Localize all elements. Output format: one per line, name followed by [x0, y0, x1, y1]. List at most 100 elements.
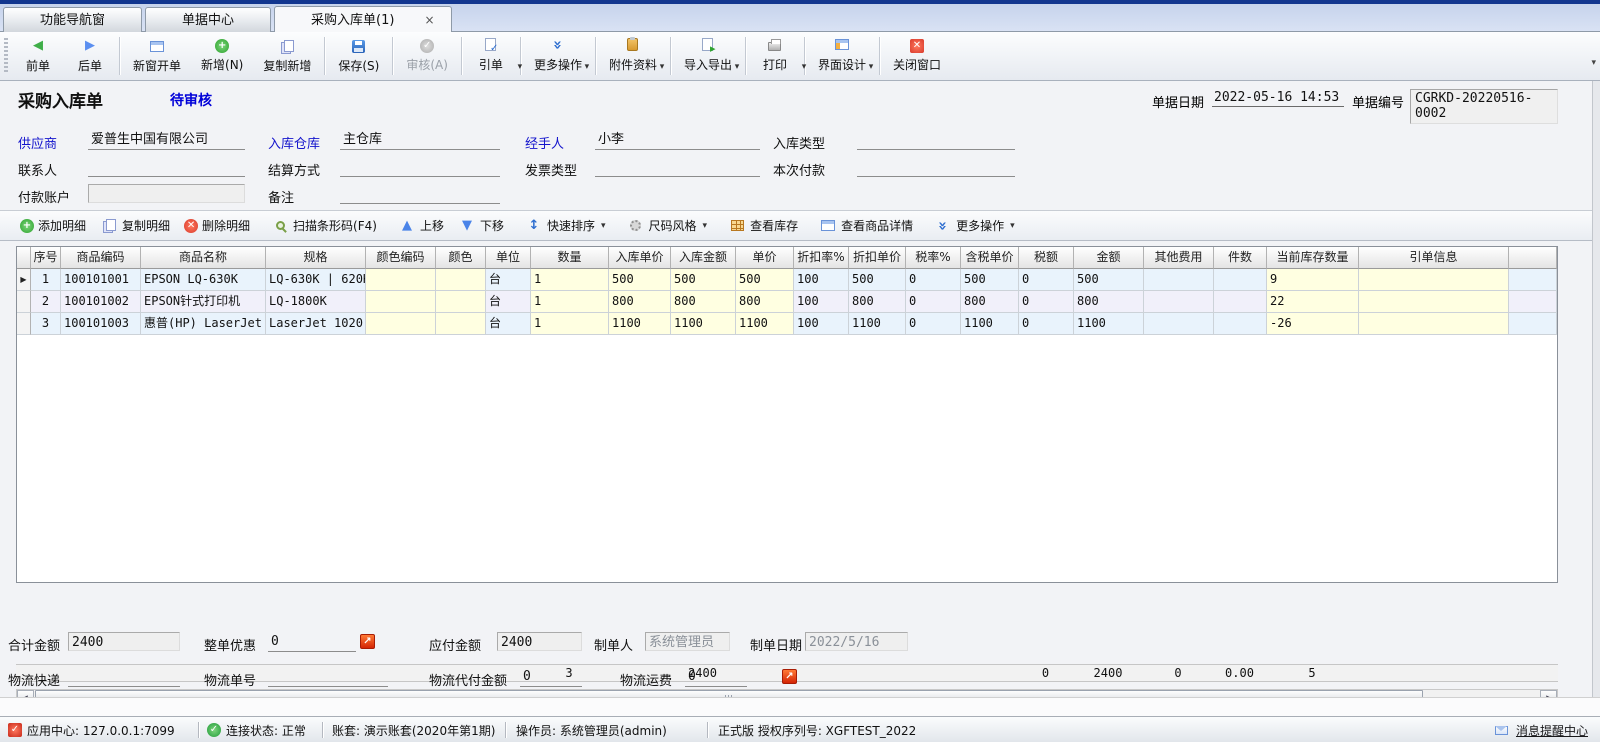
logistics-express-field[interactable]: [68, 667, 180, 687]
prev-doc-button[interactable]: ◀前单: [12, 32, 64, 80]
column-header[interactable]: 商品编码: [61, 247, 141, 269]
more-actions-button[interactable]: »更多操作▾: [524, 32, 592, 80]
column-header[interactable]: 税率%: [906, 247, 961, 269]
order-discount-field[interactable]: 0: [268, 632, 356, 652]
payment-account-field[interactable]: [88, 184, 245, 203]
grid-cell[interactable]: 800: [961, 291, 1019, 313]
order-discount-calc-button[interactable]: ↗: [360, 634, 375, 649]
grid-cell[interactable]: 100101003: [61, 313, 141, 335]
grid-cell[interactable]: 9: [1267, 269, 1359, 291]
add-detail-button[interactable]: +添加明细: [13, 214, 93, 238]
copy-new-button[interactable]: 复制新增: [253, 32, 321, 80]
column-header[interactable]: 规格: [266, 247, 366, 269]
scan-barcode-button[interactable]: 扫描条形码(F4): [264, 214, 384, 238]
grid-cell[interactable]: [1144, 291, 1214, 313]
delete-detail-button[interactable]: ✕删除明细: [177, 214, 257, 238]
remark-field[interactable]: [340, 184, 500, 204]
logistics-freight-calc-button[interactable]: ↗: [782, 669, 797, 684]
grid-cell[interactable]: 1: [531, 313, 609, 335]
grid-cell[interactable]: 1100: [961, 313, 1019, 335]
vertical-scrollbar[interactable]: [1592, 81, 1600, 697]
grid-cell[interactable]: 800: [671, 291, 736, 313]
grid-cell[interactable]: [436, 269, 486, 291]
grid-cell[interactable]: 500: [671, 269, 736, 291]
grid-cell[interactable]: 500: [849, 269, 906, 291]
settlement-method-field[interactable]: [340, 157, 500, 177]
handler-field[interactable]: 小李: [595, 130, 760, 150]
tab-doc-center[interactable]: 单据中心: [145, 7, 271, 32]
grid-cell[interactable]: 22: [1267, 291, 1359, 313]
save-button[interactable]: 保存(S): [328, 32, 389, 80]
table-row[interactable]: 3100101003惠普(HP) LaserJetLaserJet 1020台1…: [17, 313, 1557, 335]
grid-cell[interactable]: 台: [486, 291, 531, 313]
size-style-button[interactable]: 尺码风格▾: [620, 214, 715, 238]
grid-cell[interactable]: 1100: [849, 313, 906, 335]
grid-cell[interactable]: 0: [1019, 269, 1074, 291]
tab-purchase-inbound[interactable]: 采购入库单(1)×: [274, 6, 451, 32]
grid-cell[interactable]: [1214, 313, 1267, 335]
grid-cell[interactable]: 台: [486, 313, 531, 335]
column-header[interactable]: 其他费用: [1144, 247, 1214, 269]
column-header[interactable]: 入库金额: [671, 247, 736, 269]
grid-cell[interactable]: 0: [906, 291, 961, 313]
grid-cell[interactable]: 500: [1074, 269, 1144, 291]
grid-cell[interactable]: 1100: [671, 313, 736, 335]
quick-sort-dropdown-arrow[interactable]: ▾: [601, 221, 606, 231]
grid-cell[interactable]: 800: [849, 291, 906, 313]
grid-cell[interactable]: 1100: [736, 313, 794, 335]
column-header[interactable]: 数量: [531, 247, 609, 269]
grid-cell[interactable]: [436, 291, 486, 313]
close-window-button[interactable]: ✕关闭窗口: [883, 32, 951, 80]
pull-doc-button[interactable]: 引单▾: [465, 32, 517, 80]
grid-cell[interactable]: 1: [531, 291, 609, 313]
move-down-button[interactable]: ▼下移: [451, 214, 511, 238]
supplier-field[interactable]: 爱普生中国有限公司: [88, 130, 245, 150]
grid-cell[interactable]: 1100: [1074, 313, 1144, 335]
copy-detail-button[interactable]: 复制明细: [93, 214, 177, 238]
grid-cell[interactable]: 100101001: [61, 269, 141, 291]
next-doc-button[interactable]: ▶后单: [64, 32, 116, 80]
grid-cell[interactable]: -26: [1267, 313, 1359, 335]
grid-cell[interactable]: LQ-1800K: [266, 291, 366, 313]
grid-cell[interactable]: EPSON LQ-630K: [141, 269, 266, 291]
grid-cell[interactable]: LaserJet 1020: [266, 313, 366, 335]
view-stock-button[interactable]: 查看库存: [721, 214, 805, 238]
grid-cell[interactable]: 0: [1019, 291, 1074, 313]
column-header[interactable]: 颜色: [436, 247, 486, 269]
grid-cell[interactable]: 100: [794, 269, 849, 291]
grid-cell[interactable]: [1214, 291, 1267, 313]
column-header[interactable]: 折扣率%: [794, 247, 849, 269]
ui-design-button[interactable]: 界面设计▾: [808, 32, 876, 80]
column-header[interactable]: 件数: [1214, 247, 1267, 269]
grid-cell[interactable]: 1100: [609, 313, 671, 335]
tab-close-icon[interactable]: ×: [424, 7, 434, 33]
column-header[interactable]: 引单信息: [1359, 247, 1509, 269]
doc-date-field[interactable]: 2022-05-16 14:53: [1212, 90, 1344, 107]
grid-cell[interactable]: 500: [961, 269, 1019, 291]
add-new-button[interactable]: +新增(N): [191, 32, 253, 80]
grid-cell[interactable]: [366, 313, 436, 335]
view-product-detail-button[interactable]: 查看商品详情: [812, 214, 920, 238]
grid-cell[interactable]: 100101002: [61, 291, 141, 313]
more-detail-actions-button[interactable]: »更多操作▾: [927, 214, 1022, 238]
grid-cell[interactable]: [1144, 313, 1214, 335]
grid-cell[interactable]: LQ-630K | 620K: [266, 269, 366, 291]
toolbar-overflow-arrow[interactable]: ▾: [1591, 58, 1596, 68]
column-header[interactable]: 序号: [31, 247, 61, 269]
column-header[interactable]: 入库单价: [609, 247, 671, 269]
column-header[interactable]: 当前库存数量: [1267, 247, 1359, 269]
logistics-cod-amount-field[interactable]: 0: [520, 667, 582, 687]
more-detail-actions-dropdown-arrow[interactable]: ▾: [1010, 221, 1015, 231]
column-header[interactable]: 金额: [1074, 247, 1144, 269]
grid-cell[interactable]: [1359, 269, 1509, 291]
grid-cell[interactable]: 0: [906, 313, 961, 335]
column-header[interactable]: 商品名称: [141, 247, 266, 269]
column-header[interactable]: 颜色编码: [366, 247, 436, 269]
grid-cell[interactable]: 3: [31, 313, 61, 335]
grid-cell[interactable]: [1509, 291, 1557, 313]
table-row[interactable]: 2100101002EPSON针式打印机LQ-1800K台18008008001…: [17, 291, 1557, 313]
grid-cell[interactable]: 台: [486, 269, 531, 291]
print-button[interactable]: 打印▾: [749, 32, 801, 80]
column-header[interactable]: 税额: [1019, 247, 1074, 269]
grid-cell[interactable]: 500: [736, 269, 794, 291]
